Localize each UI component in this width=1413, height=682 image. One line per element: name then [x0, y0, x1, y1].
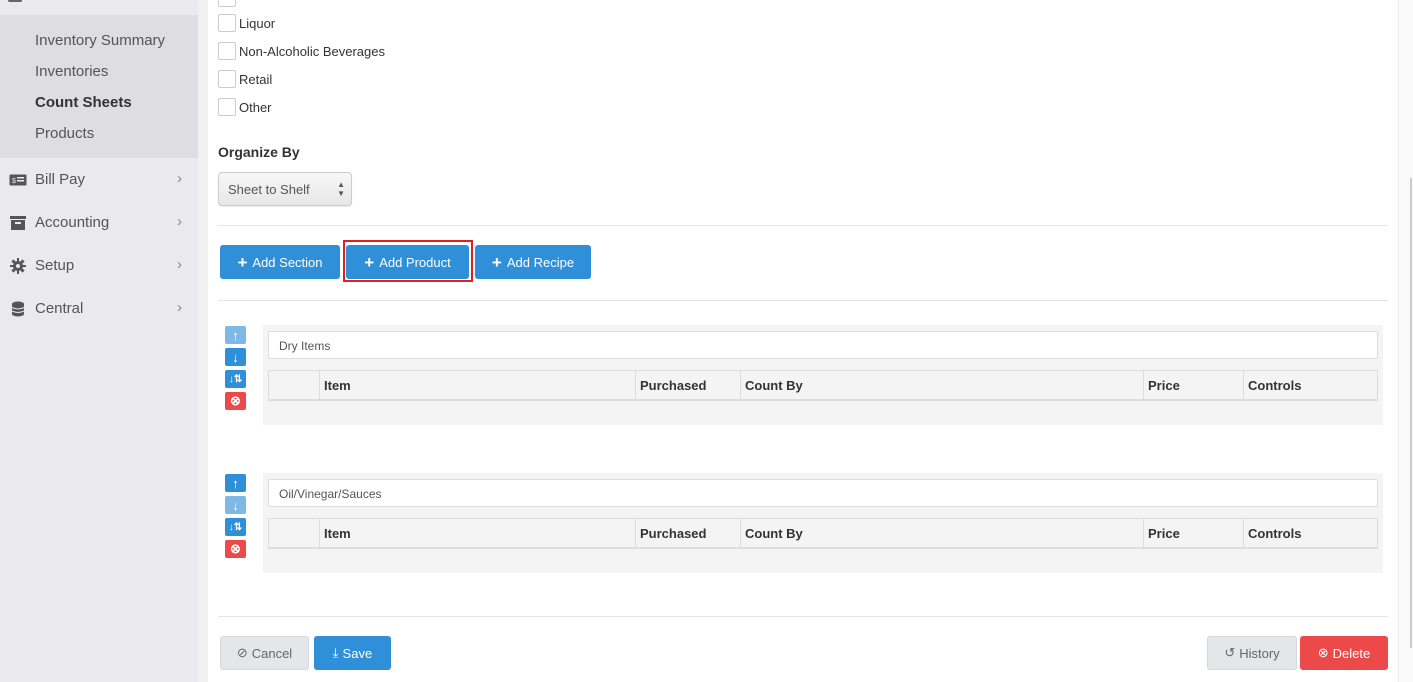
add-product-highlight — [343, 240, 473, 282]
sidebar-item-products[interactable]: Products — [35, 125, 94, 142]
column-header-purchased: Purchased — [635, 371, 740, 400]
save-button[interactable]: ⤓ Save — [314, 636, 391, 670]
category-checkbox-other[interactable] — [218, 98, 236, 116]
history-label: History — [1239, 645, 1280, 661]
sort-icon: ↓⇅ — [228, 521, 243, 533]
divider — [218, 300, 1388, 301]
sort-button[interactable]: ↓⇅ — [225, 518, 246, 536]
sidebar-item-label: Central — [35, 300, 84, 317]
select-arrows-icon: ▲ ▼ — [337, 180, 345, 198]
sidebar-item-bill-pay[interactable]: $ Bill Pay › — [0, 160, 198, 200]
category-checkbox-non-alcoholic[interactable] — [218, 42, 236, 60]
section-oil-vinegar-sauces: Oil/Vinegar/Sauces Item Purchased Count … — [263, 473, 1383, 573]
category-row-partial — [218, 0, 239, 8]
column-header-controls: Controls — [1243, 371, 1377, 400]
inventory-icon — [8, 0, 22, 2]
download-icon: ⤓ — [332, 645, 339, 660]
category-row: Retail — [218, 69, 272, 89]
organize-by-value: Sheet to Shelf — [228, 182, 310, 197]
arrow-up-icon: ↑ — [232, 475, 239, 491]
cancel-label: Cancel — [251, 645, 293, 661]
sidebar-item-label: Bill Pay — [35, 171, 86, 188]
sort-icon: ↓⇅ — [228, 373, 243, 385]
save-label: Save — [342, 645, 373, 661]
section-name-input[interactable]: Dry Items — [268, 331, 1378, 359]
gear-icon — [9, 258, 27, 274]
move-up-button[interactable]: ↑ — [225, 474, 246, 492]
category-label: Non-Alcoholic Beverages — [239, 43, 385, 59]
arrow-down-icon: ↓ — [232, 497, 239, 513]
category-row: Liquor — [218, 13, 275, 33]
delete-button[interactable]: ⊗ Delete — [1300, 636, 1388, 670]
category-checkbox-retail[interactable] — [218, 70, 236, 88]
category-row: Non-Alcoholic Beverages — [218, 41, 385, 61]
arrow-up-icon: ↑ — [232, 327, 239, 343]
database-icon — [9, 301, 27, 317]
add-section-button[interactable]: + Add Section — [220, 245, 340, 279]
sidebar-item-accounting[interactable]: Accounting › — [0, 203, 198, 243]
inventory-submenu: Inventory Summary Inventories Count Shee… — [0, 15, 198, 158]
sidebar: Inventory Summary Inventories Count Shee… — [0, 0, 198, 682]
move-down-button[interactable]: ↓ — [225, 496, 246, 514]
sidebar-item-inventory-summary[interactable]: Inventory Summary — [35, 32, 165, 49]
add-recipe-button[interactable]: + Add Recipe — [475, 245, 591, 279]
column-header-controls: Controls — [1243, 519, 1377, 548]
move-up-button[interactable]: ↑ — [225, 326, 246, 344]
delete-section-button[interactable]: ⊗ — [225, 392, 246, 410]
section-dry-items: Dry Items Item Purchased Count By Price … — [263, 325, 1383, 425]
delete-label: Delete — [1332, 645, 1371, 661]
column-header-count-by: Count By — [740, 371, 1143, 400]
close-circle-icon: ⊗ — [230, 393, 241, 408]
divider — [218, 225, 1388, 226]
table-header-row: Item Purchased Count By Price Controls — [268, 518, 1378, 549]
history-icon: ↺ — [1224, 645, 1236, 660]
organize-by-select[interactable]: Sheet to Shelf ▲ ▼ — [218, 172, 352, 206]
sidebar-item-central[interactable]: Central › — [0, 289, 198, 329]
chevron-right-icon: › — [177, 170, 182, 187]
column-header-count-by: Count By — [740, 519, 1143, 548]
arrow-down-icon: ↓ — [232, 349, 239, 365]
sidebar-item-inventories[interactable]: Inventories — [35, 63, 108, 80]
category-checkbox[interactable] — [218, 0, 236, 7]
category-label: Liquor — [239, 15, 276, 31]
divider — [218, 616, 1388, 617]
move-down-button[interactable]: ↓ — [225, 348, 246, 366]
inbox-icon — [9, 215, 27, 231]
column-header-item: Item — [319, 371, 635, 400]
column-header-item: Item — [319, 519, 635, 548]
sidebar-item-setup[interactable]: Setup › — [0, 246, 198, 286]
close-circle-icon: ⊗ — [230, 541, 241, 556]
delete-section-button[interactable]: ⊗ — [225, 540, 246, 558]
close-circle-icon: ⊗ — [1317, 645, 1329, 660]
category-checkbox-liquor[interactable] — [218, 14, 236, 32]
sidebar-item-label: Accounting — [35, 214, 110, 231]
scrollbar-thumb[interactable] — [1410, 178, 1412, 648]
add-recipe-label: Add Recipe — [506, 254, 575, 270]
history-button[interactable]: ↺ History — [1207, 636, 1297, 670]
column-header-price: Price — [1143, 371, 1243, 400]
column-header-blank — [269, 519, 319, 548]
sort-button[interactable]: ↓⇅ — [225, 370, 246, 388]
ban-icon: ⊘ — [236, 645, 248, 660]
category-label: Retail — [239, 71, 273, 87]
add-section-label: Add Section — [252, 254, 323, 270]
table-header-row: Item Purchased Count By Price Controls — [268, 370, 1378, 401]
chevron-right-icon: › — [177, 213, 182, 230]
section-name-input[interactable]: Oil/Vinegar/Sauces — [268, 479, 1378, 507]
organize-by-label: Organize By — [218, 144, 300, 160]
column-header-price: Price — [1143, 519, 1243, 548]
category-row: Other — [218, 97, 272, 117]
money-icon: $ — [9, 172, 27, 188]
chevron-right-icon: › — [177, 256, 182, 273]
plus-icon: + — [237, 252, 248, 272]
svg-text:$: $ — [12, 178, 16, 185]
sidebar-item-count-sheets[interactable]: Count Sheets — [35, 94, 132, 111]
category-label: Other — [239, 99, 272, 115]
plus-icon: + — [491, 252, 502, 272]
cancel-button[interactable]: ⊘ Cancel — [220, 636, 309, 670]
chevron-right-icon: › — [177, 299, 182, 316]
column-header-blank — [269, 371, 319, 400]
sidebar-item-label: Setup — [35, 257, 75, 274]
column-header-purchased: Purchased — [635, 519, 740, 548]
